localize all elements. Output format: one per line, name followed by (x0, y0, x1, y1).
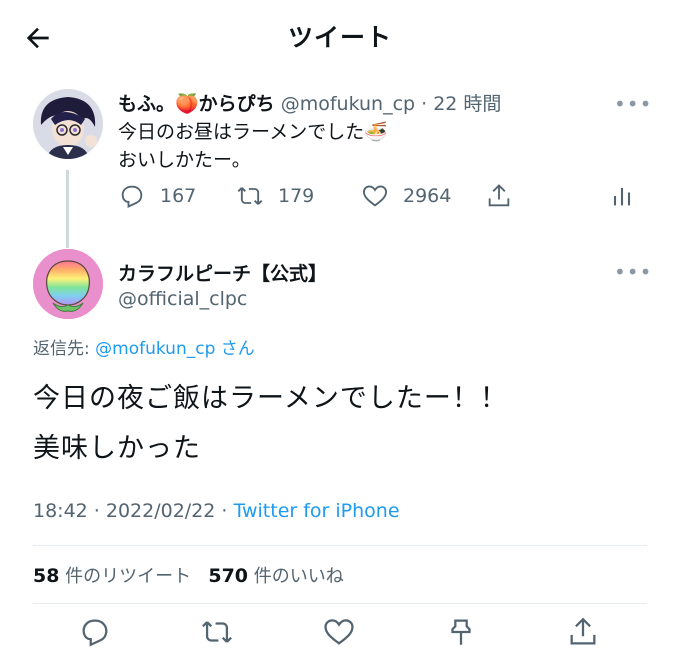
bookmark-icon[interactable] (444, 615, 478, 649)
reply-icon[interactable] (78, 615, 112, 649)
tweet2-handle[interactable]: @official_clpc (118, 288, 247, 310)
reply-count: 167 (160, 185, 197, 207)
tweet1-actions: 167 179 2964 (118, 182, 658, 212)
tweet2-text-line1: 今日の夜ご飯はラーメンでしたー！！ (33, 383, 508, 414)
heart-icon[interactable] (322, 615, 356, 649)
like-button[interactable]: 2964 (361, 182, 451, 210)
likes-stat[interactable]: 570 件のいいね (208, 565, 344, 587)
analytics-button[interactable] (608, 182, 650, 210)
divider (33, 545, 647, 546)
retweet-stat-count: 58 (33, 565, 60, 587)
reply-button[interactable]: 167 (118, 182, 196, 210)
tweet2-text: 今日の夜ご飯はラーメンでしたー！！ 美味しかった (33, 374, 508, 474)
page-title: ツイート (287, 23, 392, 52)
retweet-stat-label: 件のリツイート (59, 566, 192, 587)
heart-icon (362, 185, 388, 207)
reply-to-prefix: 返信先: (33, 339, 96, 359)
like-count: 2964 (403, 185, 452, 207)
like-stat-count: 570 (208, 565, 249, 587)
thread-connector (66, 170, 69, 248)
tweet1-more-icon[interactable]: ••• (614, 92, 652, 116)
tweet1-display-name[interactable]: もふ。🍑からぴち (118, 93, 275, 115)
reply-icon (121, 185, 143, 208)
avatar-mofu[interactable] (33, 89, 103, 159)
tweet1-author-row: もふ。🍑からぴち @mofukun_cp · 22 時間 (118, 89, 501, 116)
tweet2-meta: 18:42 · 2022/02/22 · Twitter for iPhone (33, 500, 400, 522)
tweet1-handle[interactable]: @mofukun_cp (281, 93, 415, 115)
divider (33, 603, 647, 604)
tweet1-text-line1: 今日のお昼はラーメンでした🍜 (118, 121, 388, 143)
top-bar: ツイート (0, 0, 680, 76)
tweet2-source[interactable]: Twitter for iPhone (234, 500, 400, 522)
tweet1-text: 今日のお昼はラーメンでした🍜 おいしかたー。 (118, 118, 388, 174)
reply-to-suffix: さん (215, 339, 255, 359)
like-stat-label: 件のいいね (248, 566, 344, 587)
retweet-icon[interactable] (200, 615, 234, 649)
tweet2-actions (0, 615, 680, 647)
tweet2-timestamp: 18:42 · 2022/02/22 · (33, 500, 234, 522)
tweet1-text-line2: おいしかたー。 (118, 149, 251, 171)
tweet2-stats: 58 件のリツイート 570 件のいいね (33, 562, 344, 588)
tweet1-time[interactable]: · 22 時間 (421, 93, 501, 115)
share-button[interactable] (485, 182, 527, 210)
reply-to-line: 返信先: @mofukun_cp さん (33, 334, 255, 359)
retweet-count: 179 (278, 185, 315, 207)
retweets-stat[interactable]: 58 件のリツイート (33, 565, 192, 587)
reply-to-handle[interactable]: @mofukun_cp (95, 339, 215, 359)
tweet2-more-icon[interactable]: ••• (614, 260, 652, 284)
share-icon (488, 184, 510, 207)
retweet-icon (237, 187, 263, 205)
tweet2-text-line2: 美味しかった (33, 433, 201, 464)
avatar-colorful-peach[interactable] (33, 249, 103, 319)
retweet-button[interactable]: 179 (236, 182, 314, 210)
tweet2-display-name[interactable]: カラフルピーチ【公式】 (118, 259, 327, 286)
analytics-icon (613, 187, 631, 206)
share-icon[interactable] (566, 615, 600, 649)
